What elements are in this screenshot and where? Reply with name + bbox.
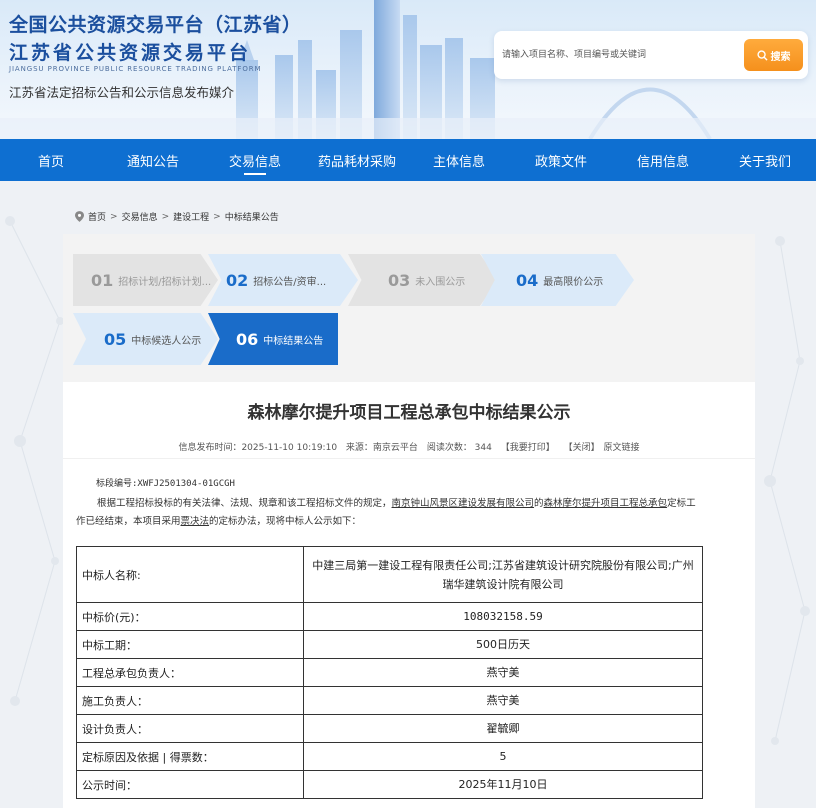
view-count: 阅读次数： 344 (426, 443, 492, 453)
step-label: 中标候选人公示 (131, 335, 202, 347)
table-value: 翟毓卿 (303, 714, 703, 743)
step-not-shortlisted[interactable]: 03 未入围公示 (348, 254, 498, 306)
step-number: 02 (226, 270, 249, 290)
para-text: 的定标办法，现将中标人公示如下： (209, 516, 362, 527)
step-tender-plan[interactable]: 01 招标计划/招标计划... (73, 254, 218, 306)
table-value: 108032158.59 (303, 602, 703, 631)
step-number: 06 (236, 329, 259, 349)
step-tender-notice[interactable]: 02 招标公告/资审... (208, 254, 358, 306)
nav-item-credit[interactable]: 信用信息 (612, 139, 714, 181)
table-key: 设计负责人： (76, 714, 304, 743)
search-icon (756, 49, 768, 61)
table-value: 5 (303, 742, 703, 771)
step-label: 招标计划/招标计划... (118, 276, 212, 288)
search-button-label: 搜索 (770, 51, 791, 63)
para-text: 的 (534, 498, 544, 509)
table-row: 定标原因及依据 | 得票数： 5 (76, 742, 703, 771)
table-key: 中标工期： (76, 630, 304, 659)
table-key: 中标人名称: (76, 546, 304, 603)
original-link[interactable]: 原文链接 (604, 443, 640, 453)
search-input[interactable] (502, 43, 732, 67)
nav-item-home[interactable]: 首页 (0, 139, 102, 181)
step-label: 最高限价公示 (543, 276, 604, 288)
step-number: 05 (104, 329, 127, 349)
step-result-current[interactable]: 06 中标结果公告 (208, 313, 338, 365)
publish-time: 信息发布时间：2025-11-10 10:19:10 (178, 443, 338, 453)
step-label: 招标公告/资审... (253, 276, 327, 288)
project-link[interactable]: 森林摩尔提升项目工程总承包 (544, 498, 668, 509)
breadcrumb-construction[interactable]: 建设工程 (173, 210, 209, 223)
nav-item-entity-info[interactable]: 主体信息 (408, 139, 510, 181)
nav-item-notices[interactable]: 通知公告 (102, 139, 204, 181)
process-steps: 01 招标计划/招标计划... 02 招标公告/资审... 03 未入围公示 0… (63, 234, 755, 382)
table-value: 燕守美 (303, 686, 703, 715)
step-number: 03 (388, 270, 411, 290)
search-button[interactable]: 搜索 (744, 39, 803, 71)
step-label: 未入围公示 (415, 276, 466, 288)
nav-item-drug-procurement[interactable]: 药品耗材采购 (306, 139, 408, 181)
table-row: 工程总承包负责人： 燕守美 (76, 658, 703, 687)
print-link[interactable]: 【我要打印】 (501, 443, 555, 453)
site-title-province: 江苏省公共资源交易平台 (9, 42, 252, 64)
table-key: 中标价(元)： (76, 602, 304, 631)
meta-divider (63, 458, 755, 459)
table-row: 施工负责人： 燕守美 (76, 686, 703, 715)
table-row: 中标价(元)： 108032158.59 (76, 602, 703, 631)
table-row: 设计负责人： 翟毓卿 (76, 714, 703, 743)
site-header: 全国公共资源交易平台（江苏省） 江苏省公共资源交易平台 JIANGSU PROV… (0, 0, 816, 139)
table-key: 公示时间： (76, 770, 304, 799)
table-key: 工程总承包负责人： (76, 658, 304, 687)
breadcrumb-current: 中标结果公告 (224, 213, 279, 223)
breadcrumb-home[interactable]: 首页 (88, 210, 106, 223)
location-pin-icon (75, 211, 84, 222)
announcement-paragraph: 根据工程招标投标的有关法律、法规、规章和该工程招标文件的规定，南京钟山风景区建设… (76, 495, 696, 531)
step-max-price[interactable]: 04 最高限价公示 (481, 254, 634, 306)
breadcrumb-separator: > (161, 211, 170, 222)
table-key: 施工负责人： (76, 686, 304, 715)
site-slogan: 江苏省法定招标公告和公示信息发布媒介 (9, 85, 235, 100)
result-table: 中标人名称: 中建三局第一建设工程有限责任公司;江苏省建筑设计研究院股份有限公司… (76, 546, 703, 799)
table-key: 定标原因及依据 | 得票数： (76, 742, 304, 771)
close-link[interactable]: 【关闭】 (564, 443, 600, 453)
table-value: 500日历天 (303, 630, 703, 659)
breadcrumb-separator: > (110, 211, 118, 222)
table-value: 2025年11月10日 (303, 770, 703, 799)
table-row: 中标人名称: 中建三局第一建设工程有限责任公司;江苏省建筑设计研究院股份有限公司… (76, 546, 703, 603)
breadcrumb-separator: > (213, 211, 221, 222)
step-number: 01 (91, 270, 114, 290)
section-number: 标段编号:XWFJ2501304-01GCGH (96, 479, 235, 489)
method-link[interactable]: 票决法 (181, 516, 210, 527)
breadcrumb: 首页 > 交易信息 > 建设工程 > 中标结果公告 (75, 210, 279, 223)
content-panel: 01 招标计划/招标计划... 02 招标公告/资审... 03 未入围公示 0… (63, 234, 755, 808)
table-row: 公示时间： 2025年11月10日 (76, 770, 703, 799)
step-candidate[interactable]: 05 中标候选人公示 (73, 313, 218, 365)
site-title-english: JIANGSU PROVINCE PUBLIC RESOURCE TRADING… (9, 65, 262, 73)
table-value: 燕守美 (303, 658, 703, 687)
nav-item-about[interactable]: 关于我们 (714, 139, 816, 181)
table-row: 中标工期： 500日历天 (76, 630, 703, 659)
article-title: 森林摩尔提升项目工程总承包中标结果公示 (247, 403, 571, 423)
article-meta: 信息发布时间：2025-11-10 10:19:10 来源：南京云平台 阅读次数… (63, 440, 755, 453)
nav-item-policy[interactable]: 政策文件 (510, 139, 612, 181)
main-nav: 首页 通知公告 交易信息 药品耗材采购 主体信息 政策文件 信用信息 关于我们 (0, 139, 816, 181)
table-value: 中建三局第一建设工程有限责任公司;江苏省建筑设计研究院股份有限公司;广州瑞华建筑… (303, 546, 703, 603)
tenderer-link[interactable]: 南京钟山风景区建设发展有限公司 (392, 498, 535, 509)
nav-item-trade-info[interactable]: 交易信息 (204, 139, 306, 181)
site-title-national: 全国公共资源交易平台（江苏省） (9, 14, 302, 36)
para-text: 根据工程招标投标的有关法律、法规、规章和该工程招标文件的规定， (97, 498, 392, 509)
search-box: 搜索 (494, 31, 808, 79)
breadcrumb-trade-info[interactable]: 交易信息 (122, 210, 158, 223)
source: 来源：南京云平台 (345, 443, 418, 453)
step-number: 04 (516, 270, 539, 290)
step-label: 中标结果公告 (263, 335, 324, 347)
